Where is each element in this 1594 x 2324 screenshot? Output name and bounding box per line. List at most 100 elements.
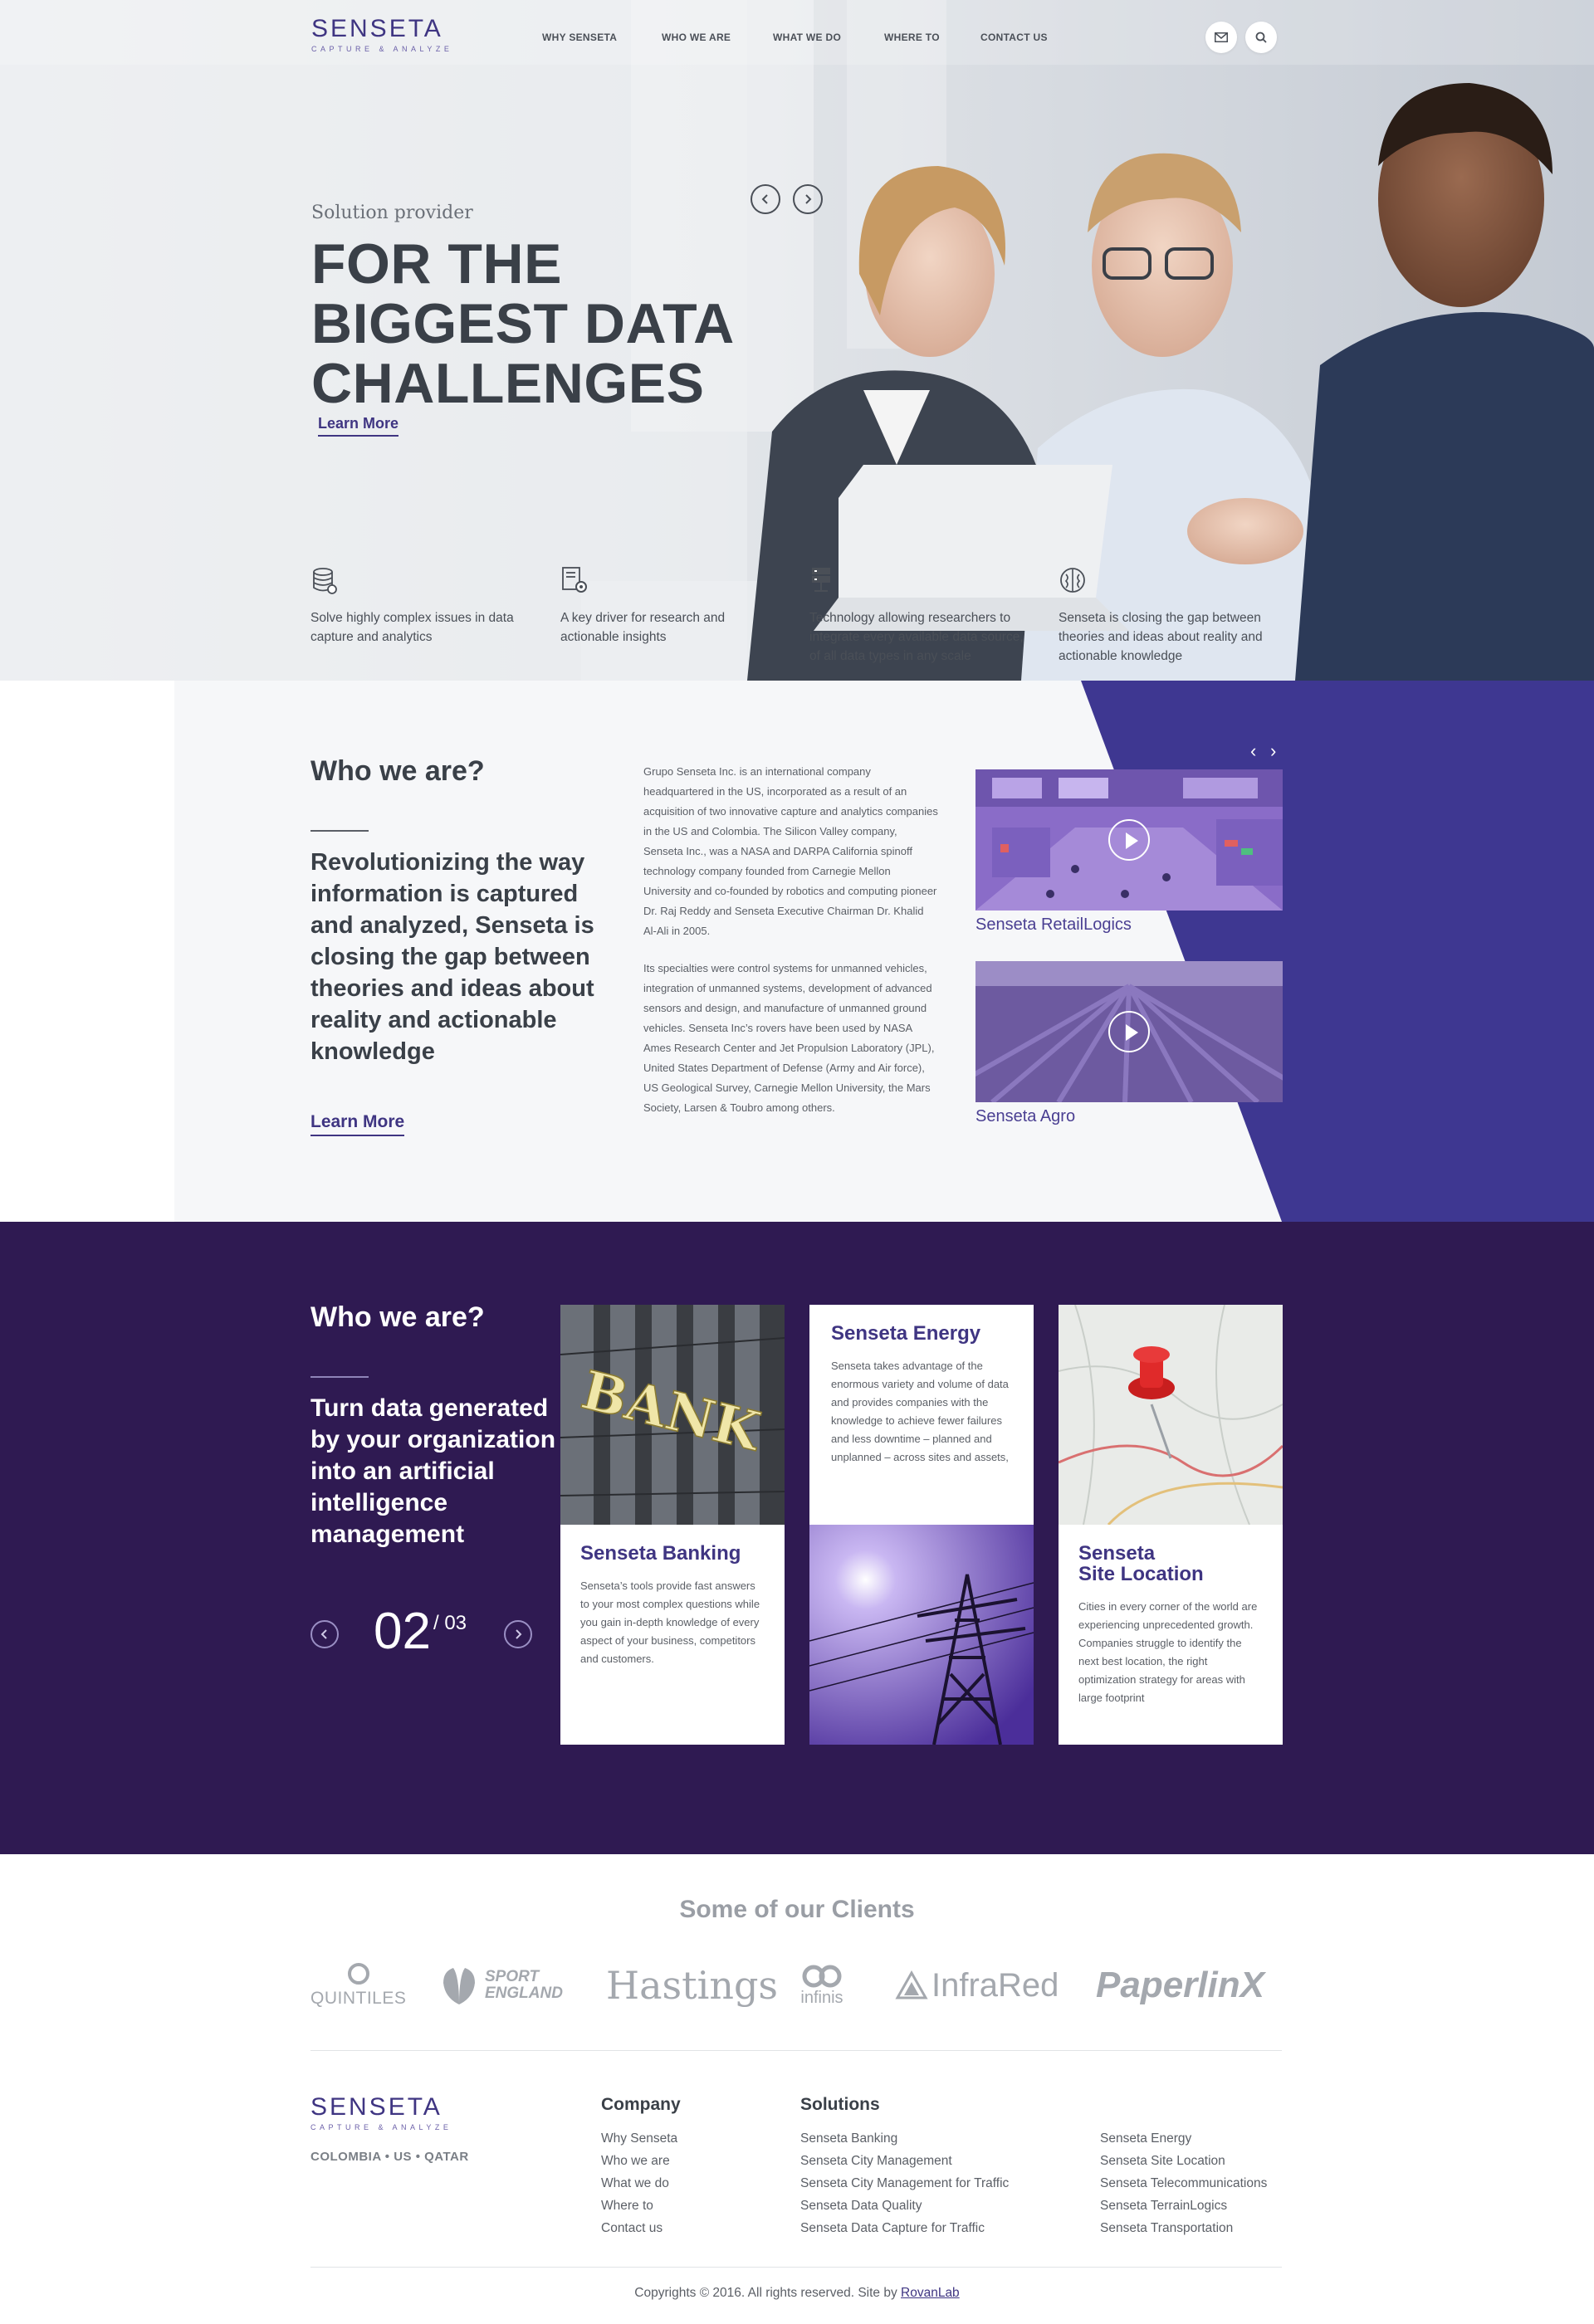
client-logo-text: infinis [800, 1988, 843, 2007]
chevron-left-icon [761, 194, 768, 204]
footer-link[interactable]: Contact us [601, 2217, 677, 2239]
card-title[interactable]: Senseta Site Location [1078, 1543, 1263, 1584]
feature-item: A key driver for research and actionable… [560, 566, 776, 647]
who-we-are-lead: Revolutionizing the way information is c… [310, 849, 594, 1065]
card-text: Senseta takes advantage of the enormous … [831, 1360, 1009, 1463]
footer-divider [310, 2050, 1282, 2051]
footer-link[interactable]: Who we are [601, 2150, 677, 2172]
footer-logo[interactable]: SENSETA CAPTURE & ANALYZE [310, 2093, 452, 2132]
footer-solutions-links: Senseta Energy Senseta Site Location Sen… [1100, 2127, 1267, 2239]
infinis-mark-icon [802, 1965, 842, 1987]
solutions-prev-button[interactable] [310, 1620, 339, 1648]
client-logo-text: Hastings [606, 1963, 779, 2008]
client-logo-text: InfraRed [931, 1966, 1059, 2004]
footer-link[interactable]: Senseta City Management for Traffic [800, 2172, 1009, 2195]
card-title[interactable]: Senseta Banking [580, 1543, 765, 1564]
mail-button[interactable] [1205, 22, 1237, 53]
video-card-retaillogics[interactable]: Senseta RetailLogics [975, 769, 1283, 935]
copyright: Copyrights © 2016. All rights reserved. … [0, 2286, 1594, 2301]
footer-solutions-links: Senseta Banking Senseta City Management … [800, 2127, 1009, 2239]
solution-card-site-location[interactable]: Senseta Site Location Cities in every co… [1059, 1525, 1283, 1745]
solution-card-energy[interactable]: Senseta Energy Senseta takes advantage o… [809, 1305, 1034, 1525]
energy-image [809, 1525, 1034, 1745]
footer-solutions-heading: Solutions [800, 2095, 880, 2114]
feature-item: Senseta is closing the gap between theor… [1059, 566, 1274, 666]
feature-item: Solve highly complex issues in data capt… [310, 566, 526, 647]
solution-card-banking[interactable]: Senseta Banking Senseta’s tools provide … [560, 1525, 785, 1745]
quintiles-mark-icon [347, 1963, 369, 1985]
footer-logo-wordmark: SENSETA [310, 2093, 443, 2121]
chevron-left-icon [320, 1629, 327, 1639]
solutions-heading: Who we are? [310, 1301, 485, 1333]
play-icon[interactable] [1108, 1011, 1150, 1052]
video-thumbnail[interactable] [975, 961, 1283, 1102]
client-logo-text: SPORT ENGLAND [485, 1968, 563, 2002]
card-title-line: Senseta [1078, 1542, 1156, 1565]
slide-counter-total: / 03 [433, 1612, 467, 1634]
card-title-line: Site Location [1078, 1563, 1204, 1585]
nav-what-we-do[interactable]: WHAT WE DO [773, 32, 841, 43]
footer-company-links: Why Senseta Who we are What we do Where … [601, 2127, 677, 2239]
mail-icon [1215, 32, 1228, 42]
credit-link[interactable]: RovanLab [901, 2286, 960, 2300]
logo-tagline: CAPTURE & ANALYZE [311, 45, 453, 53]
hero-learn-more-link[interactable]: Learn More [318, 415, 399, 437]
nav-contact-us[interactable]: CONTACT US [980, 32, 1048, 43]
client-logo-infinis: infinis [797, 1960, 847, 2010]
feature-text: Technology allowing researchers to integ… [809, 611, 1024, 663]
hero-title-line: FOR THE [311, 232, 562, 295]
feature-item: Technology allowing researchers to integ… [809, 566, 1025, 666]
chevron-right-icon [805, 194, 812, 204]
hero-next-button[interactable] [793, 184, 823, 214]
footer-link[interactable]: Senseta TerrainLogics [1100, 2195, 1267, 2217]
footer-link[interactable]: Why Senseta [601, 2127, 677, 2150]
client-logo-infrared: InfraRed [895, 1960, 1059, 2010]
card-title[interactable]: Senseta Energy [831, 1323, 1012, 1344]
card-text: Cities in every corner of the world are … [1078, 1600, 1258, 1704]
footer-link[interactable]: Senseta Telecommunications [1100, 2172, 1267, 2195]
footer-link[interactable]: Senseta Transportation [1100, 2217, 1267, 2239]
who-we-are-learn-more-link[interactable]: Learn More [310, 1112, 405, 1136]
play-icon[interactable] [1108, 819, 1150, 861]
footer-company-heading: Company [601, 2095, 681, 2114]
solutions-next-button[interactable] [504, 1620, 532, 1648]
solutions-lead: Turn data generated by your organization… [310, 1394, 556, 1548]
hero-prev-button[interactable] [751, 184, 780, 214]
client-logo-text: PaperlinX [1096, 1965, 1264, 2005]
footer-link[interactable]: Where to [601, 2195, 677, 2217]
search-icon [1255, 32, 1267, 43]
hero-photo [0, 0, 1594, 681]
infrared-mark-icon [895, 1970, 928, 1999]
solutions-section [0, 1222, 1594, 1854]
footer-link[interactable]: Senseta Data Capture for Traffic [800, 2217, 1009, 2239]
card-text: Senseta’s tools provide fast answers to … [580, 1579, 760, 1665]
footer-logo-tagline: CAPTURE & ANALYZE [310, 2123, 452, 2131]
footer-link[interactable]: What we do [601, 2172, 677, 2195]
video-card-agro[interactable]: Senseta Agro [975, 961, 1283, 1126]
nav-where-to[interactable]: WHERE TO [884, 32, 940, 43]
video-next-arrow[interactable]: › [1270, 740, 1276, 762]
footer-link[interactable]: Senseta Energy [1100, 2127, 1267, 2150]
client-logo-quintiles: QUINTILES [310, 1960, 406, 2010]
feature-text: A key driver for research and actionable… [560, 611, 726, 644]
site-location-image [1059, 1305, 1283, 1525]
logo[interactable]: SENSETA CAPTURE & ANALYZE [311, 15, 453, 54]
database-icon [313, 568, 337, 594]
nav-who-we-are[interactable]: WHO WE ARE [662, 32, 731, 43]
hero-title-line: BIGGEST DATA [311, 292, 735, 355]
footer-link[interactable]: Senseta Site Location [1100, 2150, 1267, 2172]
video-label[interactable]: Senseta RetailLogics [975, 915, 1283, 935]
nav-why-senseta[interactable]: WHY SENSETA [542, 32, 617, 43]
footer-link[interactable]: Senseta Data Quality [800, 2195, 1009, 2217]
logo-wordmark: SENSETA [311, 15, 443, 42]
footer-link[interactable]: Senseta Banking [800, 2127, 1009, 2150]
video-thumbnail[interactable] [975, 769, 1283, 911]
search-button[interactable] [1245, 22, 1277, 53]
video-prev-arrow[interactable]: ‹ [1250, 740, 1256, 762]
feature-text: Solve highly complex issues in data capt… [310, 611, 514, 644]
clients-heading: Some of our Clients [679, 1896, 915, 1923]
footer-link[interactable]: Senseta City Management [800, 2150, 1009, 2172]
video-label[interactable]: Senseta Agro [975, 1107, 1283, 1126]
footer-locations: COLOMBIA • US • QATAR [310, 2150, 469, 2164]
client-logo-hastings: Hastings [606, 1960, 778, 2010]
